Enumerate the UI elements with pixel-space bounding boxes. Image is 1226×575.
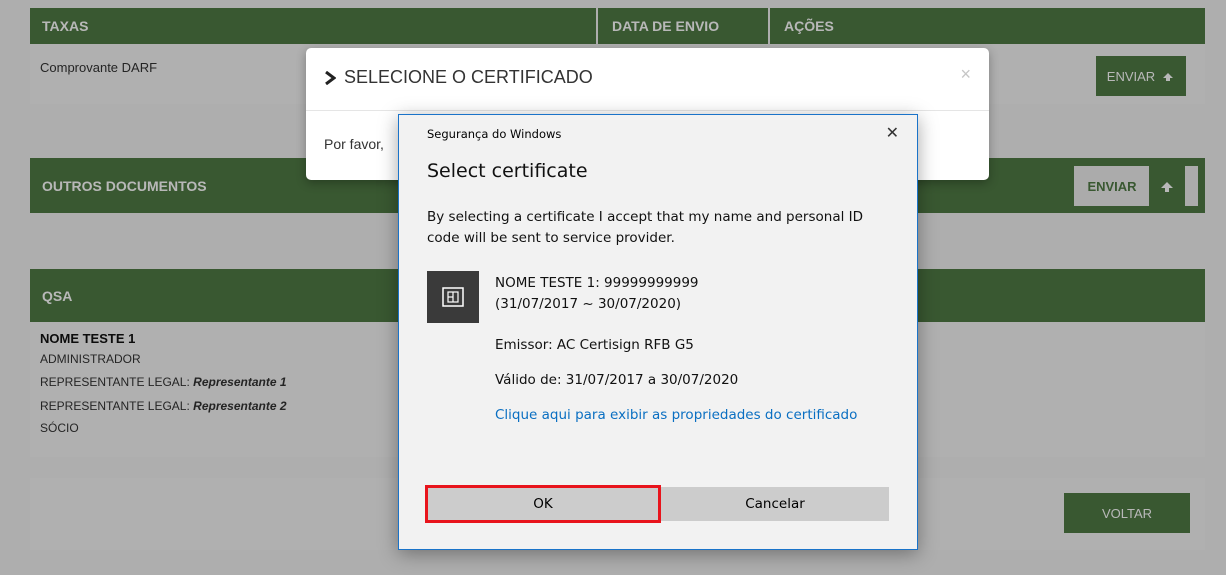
certificate-properties-link[interactable]: Clique aqui para exibir as propriedades … — [495, 405, 875, 426]
certificate-icon — [427, 271, 479, 323]
certificate-period: (31/07/2017 ~ 30/07/2020) — [495, 296, 682, 312]
modal-title-text: SELECIONE O CERTIFICADO — [344, 67, 593, 87]
dialog-description: By selecting a certificate I accept that… — [427, 209, 864, 246]
certificate-validity: Válido de: 31/07/2017 a 30/07/2020 — [495, 372, 739, 388]
dialog-heading: Select certificate — [427, 160, 588, 182]
ok-button[interactable]: OK — [425, 485, 661, 523]
modal-body-text: Por favor, — [324, 136, 384, 152]
cancel-button[interactable]: Cancelar — [661, 487, 889, 521]
dialog-close-icon[interactable]: ✕ — [886, 123, 899, 142]
dialog-window-title: Segurança do Windows — [427, 127, 562, 141]
ok-button-label: OK — [533, 496, 553, 512]
certificate-name[interactable]: NOME TESTE 1: 99999999999 — [495, 273, 699, 294]
modal-close-icon[interactable]: × — [960, 64, 971, 85]
modal-divider — [306, 110, 989, 111]
modal-title: SELECIONE O CERTIFICADO — [324, 67, 593, 88]
chevron-right-icon — [325, 70, 336, 85]
certificate-issuer: Emissor: AC Certisign RFB G5 — [495, 337, 694, 353]
cancel-button-label: Cancelar — [745, 496, 805, 512]
windows-security-dialog: Segurança do Windows ✕ Select certificat… — [398, 114, 918, 550]
certificate-card-icon — [442, 287, 464, 307]
